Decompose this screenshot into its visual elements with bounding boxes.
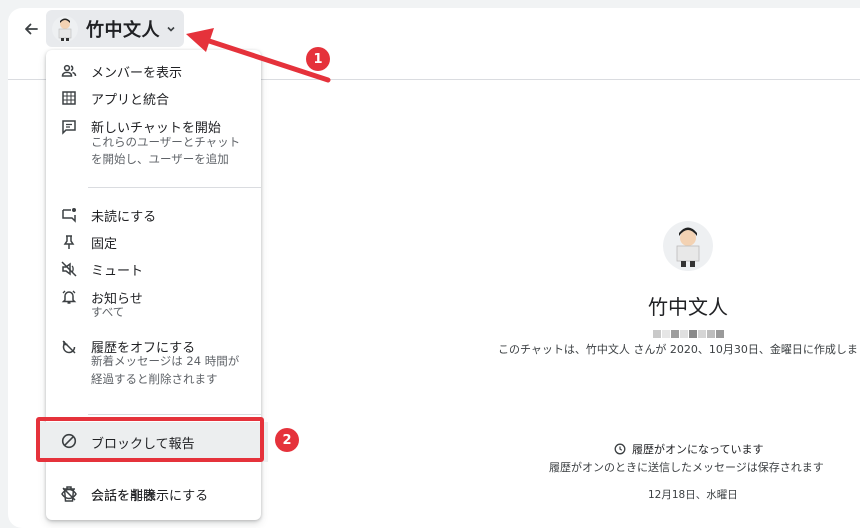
menu-item-sublabel: を開始し、ユーザーを追加	[91, 152, 229, 166]
redacted-email	[653, 323, 725, 342]
menu-item-label: 会話を削除	[91, 489, 157, 504]
menu-item-label: メンバーを表示	[91, 66, 183, 81]
contact-chip-dropdown[interactable]: 竹中文人	[46, 10, 184, 47]
menu-item-history-off[interactable]: 履歴をオフにする 新着メッセージは 24 時間が 経過すると削除されます	[46, 334, 261, 394]
step-badge: 2	[275, 428, 299, 452]
chat-created-text: このチャットは、竹中文人 さんが 2020、10月30日、金曜日に作成しまし	[498, 343, 860, 356]
history-status-label: 履歴がオンになっています	[632, 443, 764, 456]
menu-item-pin[interactable]: 固定	[46, 231, 261, 253]
people-icon	[60, 62, 78, 80]
history-status: 履歴がオンになっています	[614, 441, 763, 457]
back-button[interactable]	[18, 16, 44, 42]
history-description: 履歴がオンのときに送信したメッセージは保存されます	[549, 461, 824, 474]
menu-item-sublabel: 経過すると削除されます	[91, 372, 218, 386]
menu-item-sublabel: これらのユーザーとチャット	[91, 135, 241, 149]
pin-icon	[60, 233, 78, 251]
menu-item-label: 未読にする	[91, 210, 157, 225]
menu-item-sublabel: 新着メッセージは 24 時間が	[91, 354, 240, 368]
menu-item-mark-unread[interactable]: 未読にする	[46, 204, 261, 226]
profile-name: 竹中文人	[648, 295, 728, 319]
menu-item-sublabel: すべて	[91, 305, 125, 319]
menu-item-label: ミュート	[91, 264, 144, 279]
contact-name: 竹中文人	[86, 19, 160, 41]
history-icon	[614, 443, 626, 455]
apps-grid-icon	[60, 89, 78, 107]
menu-item-delete[interactable]: 会話を削除	[46, 483, 261, 507]
date-divider: 12月18日、水曜日	[648, 489, 738, 501]
trash-icon	[60, 485, 78, 503]
avatar	[52, 15, 78, 42]
mute-icon	[60, 260, 78, 278]
menu-divider	[88, 187, 261, 188]
history-off-icon	[60, 338, 78, 356]
arrow-back-icon	[25, 23, 38, 35]
chat-add-icon	[60, 118, 78, 136]
menu-item-new-chat[interactable]: 新しいチャットを開始 これらのユーザーとチャット を開始し、ユーザーを追加	[46, 114, 261, 172]
profile-avatar	[663, 221, 713, 271]
step-badge: 1	[306, 47, 330, 71]
highlight-box	[36, 417, 264, 462]
menu-divider	[88, 414, 261, 415]
menu-item-mute[interactable]: ミュート	[46, 258, 261, 280]
menu-item-label: 固定	[91, 237, 118, 252]
bell-icon	[60, 288, 78, 306]
mark-unread-icon	[60, 206, 78, 224]
menu-item-label: アプリと統合	[91, 93, 170, 108]
menu-item-notifications[interactable]: お知らせ すべて	[46, 285, 261, 325]
